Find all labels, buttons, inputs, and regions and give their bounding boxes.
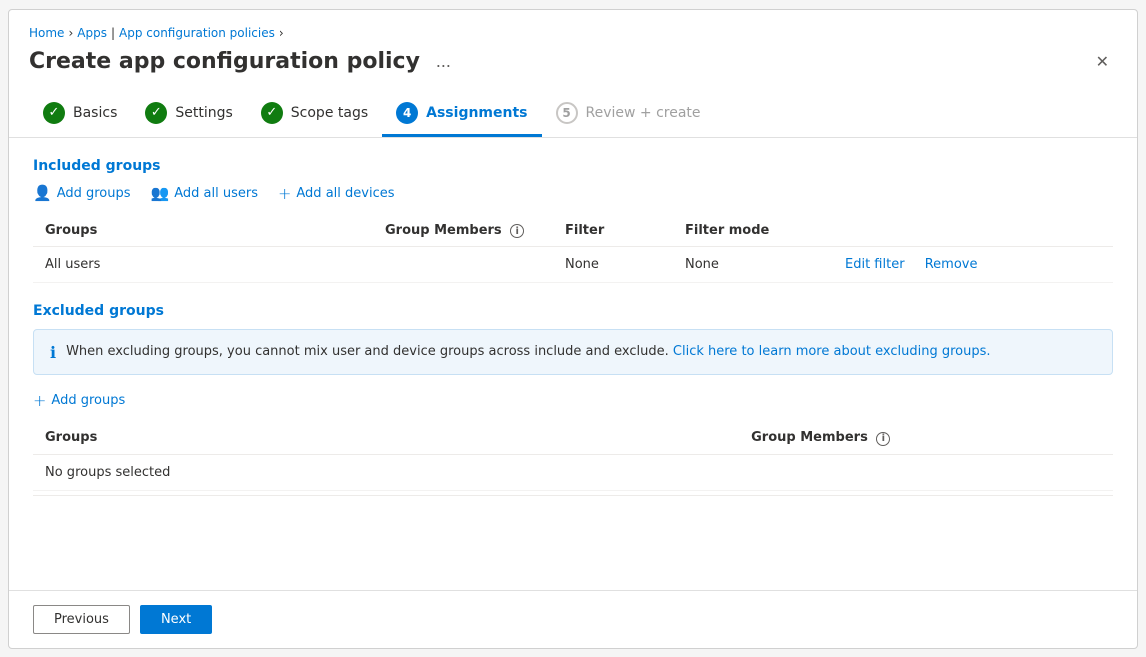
window-header: Home › Apps | App configuration policies… [9, 10, 1137, 138]
no-groups-row: No groups selected [33, 454, 1113, 490]
wizard-steps: Basics Settings Scope tags 4 [29, 92, 1117, 137]
close-button[interactable]: ✕ [1088, 48, 1117, 76]
td-filter-mode: None [673, 247, 833, 283]
window-body: Included groups 👤 Add groups 👥 Add all u… [9, 138, 1137, 590]
th-members-included: Group Members i [373, 215, 553, 247]
more-button[interactable]: ... [430, 49, 457, 74]
excluded-groups-title: Excluded groups [33, 303, 1113, 319]
check-icon-basics [49, 105, 60, 120]
step-label-assignments: Assignments [426, 105, 527, 121]
step-number-assignments: 4 [403, 106, 411, 120]
previous-button[interactable]: Previous [33, 605, 130, 634]
add-all-devices-label: Add all devices [296, 186, 394, 201]
step-label-scope-tags: Scope tags [291, 105, 368, 121]
th-members-excluded: Group Members i [739, 422, 1113, 454]
excluded-add-groups-label: Add groups [51, 393, 125, 408]
td-filter: None [553, 247, 673, 283]
step-number-review-create: 5 [562, 106, 570, 120]
breadcrumb-home[interactable]: Home [29, 26, 64, 40]
title-row: Create app configuration policy ... ✕ [29, 48, 1117, 76]
plus-icon-excluded: + [33, 391, 46, 410]
excluded-groups-section: Excluded groups ℹ When excluding groups,… [33, 303, 1113, 496]
included-groups-table: Groups Group Members i Filter Filter mod… [33, 215, 1113, 284]
td-group-members [373, 247, 553, 283]
step-circle-scope-tags [261, 102, 283, 124]
plus-icon-devices: + [278, 184, 291, 203]
step-label-review-create: Review + create [586, 105, 701, 121]
included-groups-table-container: Groups Group Members i Filter Filter mod… [33, 215, 1113, 284]
person-icon-groups: 👤 [33, 184, 52, 202]
breadcrumb-apps[interactable]: Apps [77, 26, 107, 40]
info-banner-link[interactable]: Click here to learn more about excluding… [673, 344, 991, 359]
next-button[interactable]: Next [140, 605, 212, 634]
members-info-icon-included: i [510, 224, 524, 238]
td-row-actions: Edit filter Remove [833, 247, 1113, 283]
window-footer: Previous Next [9, 590, 1137, 648]
table-row: All users None None Edit filter Remove [33, 247, 1113, 283]
th-filter-mode: Filter mode [673, 215, 833, 247]
info-banner-text: When excluding groups, you cannot mix us… [66, 342, 990, 362]
th-groups-excluded: Groups [33, 422, 739, 454]
included-action-bar: 👤 Add groups 👥 Add all users + Add all d… [33, 184, 1113, 203]
main-window: Home › Apps | App configuration policies… [8, 9, 1138, 649]
th-filter: Filter [553, 215, 673, 247]
breadcrumb-section[interactable]: App configuration policies [119, 26, 275, 40]
step-settings[interactable]: Settings [131, 92, 246, 137]
breadcrumb: Home › Apps | App configuration policies… [29, 26, 1117, 40]
person-icon-users: 👥 [151, 184, 170, 202]
th-actions [833, 215, 1113, 247]
excluded-add-groups-link[interactable]: + Add groups [33, 391, 125, 410]
remove-link[interactable]: Remove [925, 257, 978, 272]
step-circle-basics [43, 102, 65, 124]
check-icon-settings [151, 105, 162, 120]
step-review-create: 5 Review + create [542, 92, 715, 137]
step-basics[interactable]: Basics [29, 92, 131, 137]
add-groups-label: Add groups [57, 186, 131, 201]
step-circle-review-create: 5 [556, 102, 578, 124]
step-label-basics: Basics [73, 105, 117, 121]
table-separator [33, 495, 1113, 496]
edit-filter-link[interactable]: Edit filter [845, 257, 905, 272]
check-icon-scope-tags [266, 105, 277, 120]
step-assignments[interactable]: 4 Assignments [382, 92, 541, 137]
excluded-groups-table: Groups Group Members i No groups selecte… [33, 422, 1113, 491]
included-groups-section: Included groups 👤 Add groups 👥 Add all u… [33, 158, 1113, 284]
add-all-devices-link[interactable]: + Add all devices [278, 184, 395, 203]
excluded-groups-table-container: Groups Group Members i No groups selecte… [33, 422, 1113, 496]
page-title: Create app configuration policy [29, 49, 420, 74]
th-groups-included: Groups [33, 215, 373, 247]
td-group-name: All users [33, 247, 373, 283]
add-groups-link[interactable]: 👤 Add groups [33, 184, 131, 202]
excluded-action-bar: + Add groups [33, 391, 1113, 410]
step-scope-tags[interactable]: Scope tags [247, 92, 382, 137]
info-banner-icon: ℹ [50, 343, 56, 362]
no-groups-text: No groups selected [33, 454, 1113, 490]
step-circle-assignments: 4 [396, 102, 418, 124]
included-groups-title: Included groups [33, 158, 1113, 174]
step-label-settings: Settings [175, 105, 232, 121]
info-banner: ℹ When excluding groups, you cannot mix … [33, 329, 1113, 375]
members-info-icon-excluded: i [876, 432, 890, 446]
add-all-users-link[interactable]: 👥 Add all users [151, 184, 258, 202]
step-circle-settings [145, 102, 167, 124]
add-all-users-label: Add all users [174, 186, 258, 201]
